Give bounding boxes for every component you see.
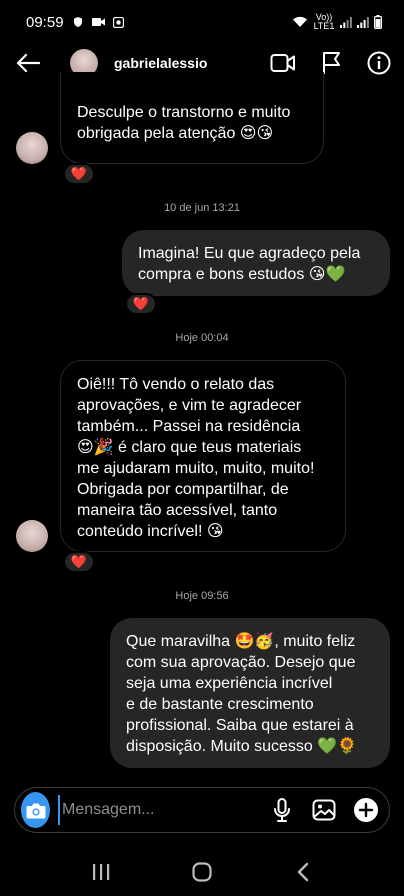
camera-icon[interactable] bbox=[21, 792, 50, 828]
message-bubble-incoming[interactable]: Desculpe o transtorno e muito obrigada p… bbox=[60, 72, 324, 164]
status-bar: 09:59 Vo)) LTE1 bbox=[0, 0, 404, 44]
gallery-icon[interactable] bbox=[311, 797, 337, 823]
message-line: maneira tão acessível, tanto bbox=[77, 502, 278, 519]
message-line: Imagina! Eu que agradeço pela bbox=[138, 245, 361, 262]
message-line: Desculpe o transtorno e muito bbox=[77, 104, 291, 121]
sender-avatar[interactable] bbox=[16, 132, 48, 164]
message-bubble-incoming[interactable]: Oiê!!! Tô vendo o relato das aprovações,… bbox=[60, 360, 346, 552]
message-line: conteúdo incrível! 😘 bbox=[77, 523, 224, 540]
add-icon[interactable] bbox=[353, 797, 379, 823]
message-line: Que maravilha 🤩🥳, muito feliz bbox=[126, 633, 356, 650]
microphone-icon[interactable] bbox=[269, 797, 295, 823]
message-line: também... Passei na residência bbox=[77, 418, 301, 435]
header-username[interactable]: gabrielalessio bbox=[114, 55, 207, 71]
status-time: 09:59 bbox=[26, 13, 64, 31]
message-bubble-outgoing[interactable]: Que maravilha 🤩🥳, muito feliz com sua ap… bbox=[110, 618, 390, 768]
message-line: com sua aprovação. Desejo que bbox=[126, 654, 356, 671]
heart-reaction[interactable]: ❤️ bbox=[63, 551, 95, 573]
battery-icon bbox=[374, 15, 382, 29]
heart-reaction[interactable]: ❤️ bbox=[125, 293, 157, 315]
timestamp: 10 de jun 13:21 bbox=[164, 202, 240, 214]
message-line: e de bastante crescimento bbox=[126, 696, 314, 713]
message-input[interactable] bbox=[58, 795, 269, 825]
message-line: 😍🎉 é claro que teus materiais bbox=[77, 439, 302, 456]
home-icon[interactable] bbox=[182, 852, 222, 892]
message-line: obrigada pela atenção 😍😘 bbox=[77, 125, 274, 142]
wifi-icon bbox=[292, 16, 308, 28]
message-bubble-outgoing[interactable]: Imagina! Eu que agradeço pela compra e b… bbox=[122, 230, 390, 296]
timestamp: Hoje 00:04 bbox=[175, 332, 229, 344]
message-line: profissional. Saiba que estarei à bbox=[126, 717, 354, 734]
system-navigation-bar bbox=[0, 848, 404, 896]
sender-avatar[interactable] bbox=[16, 520, 48, 552]
message-line: Obrigada por compartilhar, de bbox=[77, 481, 289, 498]
message-line: aprovações, e vim te agradecer bbox=[77, 397, 302, 414]
heart-reaction[interactable]: ❤️ bbox=[63, 163, 95, 185]
message-thread[interactable]: Desculpe o transtorno e muito obrigada p… bbox=[0, 72, 404, 782]
back-arrow-icon[interactable] bbox=[14, 49, 42, 77]
network-label: Vo)) LTE1 bbox=[313, 12, 335, 31]
notification-icon bbox=[112, 16, 124, 28]
message-line: Oiê!!! Tô vendo o relato das bbox=[77, 376, 275, 393]
video-record-icon bbox=[91, 17, 105, 27]
shield-icon bbox=[72, 16, 84, 28]
recent-apps-icon[interactable] bbox=[81, 852, 121, 892]
back-icon[interactable] bbox=[283, 852, 323, 892]
timestamp: Hoje 09:56 bbox=[175, 590, 229, 602]
info-icon[interactable] bbox=[366, 50, 392, 76]
message-line: compra e bons estudos 😘💚 bbox=[138, 266, 346, 283]
message-line: disposição. Muito sucesso 💚🌻 bbox=[126, 738, 358, 755]
signal-icon bbox=[340, 16, 352, 28]
message-line: seja uma experiência incrível bbox=[126, 675, 333, 692]
message-composer bbox=[14, 787, 390, 833]
message-line: me ajudaram muito, muito, muito! bbox=[77, 460, 315, 477]
signal-icon-2 bbox=[357, 16, 369, 28]
